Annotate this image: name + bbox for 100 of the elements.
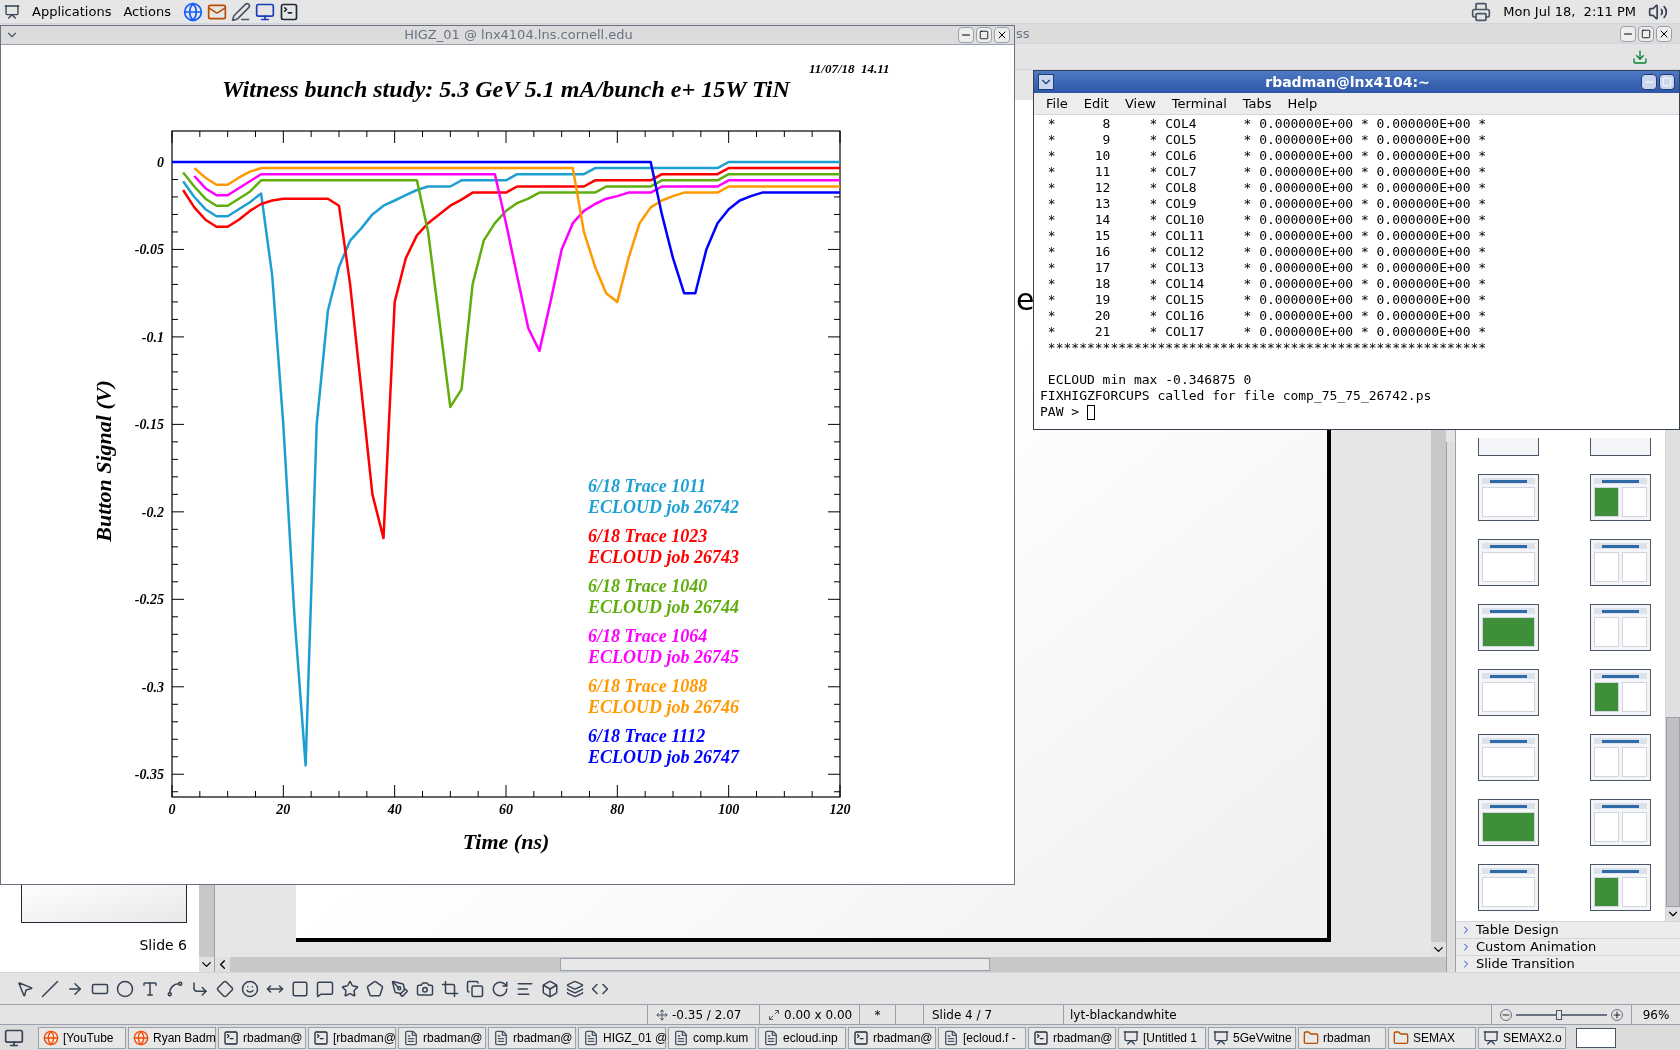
minimize-button[interactable] [1641,74,1657,90]
show-desktop-icon[interactable] [4,1027,24,1048]
close-icon [996,29,1008,41]
menu-item[interactable]: Edit [1083,93,1109,114]
ellipse-icon[interactable] [116,979,134,998]
text-icon[interactable] [141,979,159,998]
position-text: -0.35 / 2.07 [672,1006,742,1024]
camera-icon[interactable] [416,979,434,998]
pen-icon[interactable] [391,979,409,998]
close-button[interactable] [994,27,1010,43]
pen-icon[interactable] [230,1,251,22]
taskbar-item[interactable]: [ecloud.f - [938,1026,1026,1049]
taskbar-item[interactable]: rbadman@ [488,1026,576,1049]
layout-thumbnail[interactable] [1478,799,1539,846]
layout-thumbnail[interactable] [1590,474,1651,521]
rotate-icon[interactable] [491,979,509,998]
box-icon[interactable] [541,979,559,998]
layout-thumbnail[interactable] [1590,604,1651,651]
select-arrow-icon[interactable] [16,979,34,998]
y-axis-label: Button Signal (V) [91,380,116,542]
line-icon[interactable] [41,979,59,998]
crop-icon[interactable] [441,979,459,998]
layout-thumbnail[interactable] [1590,799,1651,846]
slider-thumb[interactable] [1555,1009,1562,1020]
layout-thumbnail[interactable] [1478,604,1539,651]
layout-thumbnail[interactable] [1590,438,1651,456]
layout-thumbnail[interactable] [1590,734,1651,781]
slide-text: e [1016,285,1035,315]
diamond-icon[interactable] [216,979,234,998]
taskbar-item[interactable]: rbadman@ [218,1026,306,1049]
terminal-line: * 8 * COL4 * 0.000000E+00 * 0.000000E+00 * [1046,116,1487,132]
window-menu-icon[interactable] [1038,74,1054,90]
menu-item[interactable]: Terminal [1171,93,1227,114]
taskbar-item[interactable]: [Untitled 1 [1118,1026,1206,1049]
taskbar-item[interactable]: 5GeVwitne [1208,1026,1296,1049]
menu-item[interactable]: Tabs [1242,93,1272,114]
maximize-button[interactable] [976,27,992,43]
taskbar-item[interactable]: Ryan Badm [128,1026,216,1049]
layout-thumbnail[interactable] [1590,539,1651,586]
task-pane-section[interactable]: Custom Animation [1456,938,1680,955]
curve-icon[interactable] [166,979,184,998]
star-icon[interactable] [341,979,359,998]
taskbar-item[interactable]: SEMAX [1388,1026,1476,1049]
globe-icon[interactable] [182,1,203,22]
scrollbar-thumb[interactable] [1666,717,1680,907]
printer-icon[interactable] [1471,1,1492,22]
taskbar-item[interactable]: rbadman [1298,1026,1386,1049]
workspace-switcher[interactable] [1576,1027,1616,1048]
layout-thumbnail[interactable] [1478,669,1539,716]
taskbar-item[interactable]: comp.kum [668,1026,756,1049]
presentation-icon [1483,1029,1499,1046]
y-tick-label: -0.05 [134,242,164,258]
speaker-icon[interactable] [1648,1,1668,22]
menu-item[interactable]: File [1046,93,1068,114]
minimize-button[interactable] [1620,25,1636,42]
x-axis-label: Time (ns) [462,829,550,854]
speech-bubble-icon[interactable] [316,979,334,998]
scroll-down-icon[interactable] [199,957,214,972]
clock[interactable]: Mon Jul 18, 2:11 PM [1503,1,1636,22]
terminal-icon[interactable] [278,1,299,22]
taskbar-item[interactable]: rbadman@ [1028,1026,1116,1049]
slide-number: Slide 4 / 7 [932,1006,993,1024]
taskbar-item[interactable]: SEMAX2.o [1478,1026,1566,1049]
horizontal-scrollbar[interactable] [215,957,1446,972]
layout-thumbnail[interactable] [1590,669,1651,716]
taskbar-item[interactable]: [rbadman@ [308,1026,396,1049]
layout-thumbnail[interactable] [1590,864,1651,911]
taskbar-item[interactable]: HIGZ_01 @ [578,1026,666,1049]
layout-thumbnail[interactable] [1478,864,1539,911]
monitor-icon[interactable] [254,1,275,22]
connector-icon[interactable] [191,979,209,998]
panel-menu[interactable]: Applications [32,1,112,22]
taskbar-item[interactable]: [YouTube [38,1026,126,1049]
menu-item[interactable]: View [1124,93,1156,114]
terminal-line: * 16 * COL12 * 0.000000E+00 * 0.000000E+00 * [1046,244,1487,260]
taskbar-item[interactable]: rbadman@ [848,1026,936,1049]
layout-thumbnail[interactable] [1478,734,1539,781]
square-icon[interactable] [291,979,309,998]
layout-thumbnail[interactable] [1478,539,1539,586]
maximize-button[interactable] [1638,25,1654,42]
task-pane-section[interactable]: Table Design [1456,921,1680,938]
presentation-icon [1213,1029,1229,1046]
layout-thumbnail[interactable] [1478,474,1539,521]
task-pane-section[interactable]: Slide Transition [1456,955,1680,972]
scroll-down-icon[interactable] [1431,942,1446,957]
download-icon[interactable] [1632,48,1648,65]
taskbar-item[interactable]: ecloud.inp [758,1026,846,1049]
taskbar-item[interactable]: rbadman@ [398,1026,486,1049]
minimize-button[interactable] [958,27,974,43]
maximize-button[interactable] [1659,74,1675,90]
layers-icon[interactable] [566,979,584,998]
panel-menu[interactable]: Actions [123,1,171,22]
smiley-icon[interactable] [241,979,259,998]
close-button[interactable] [1656,25,1672,42]
slide-thumbnail[interactable] [21,883,187,923]
copy-icon[interactable] [466,979,484,998]
scroll-left-icon[interactable] [215,957,230,972]
menu-item[interactable]: Help [1287,93,1318,114]
layout-thumbnail[interactable] [1478,438,1539,456]
polygon-icon[interactable] [366,979,384,998]
